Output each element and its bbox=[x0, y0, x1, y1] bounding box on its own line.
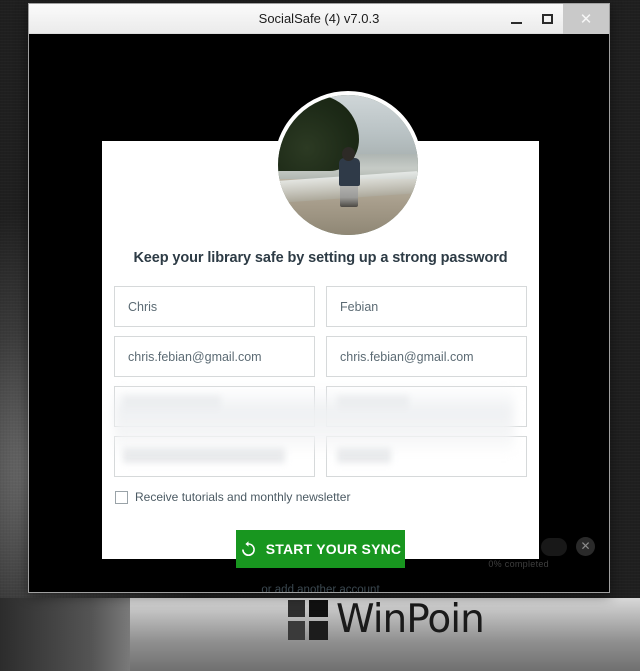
application-window: SocialSafe (4) v7.0.3 ✕ ✕ 0% completed K… bbox=[28, 3, 610, 593]
confirm-email-field[interactable]: chris.febian@gmail.com bbox=[326, 336, 527, 377]
windows-squares-logo-icon bbox=[288, 600, 328, 640]
add-another-account-link[interactable]: or add another account bbox=[102, 584, 539, 592]
avatar bbox=[274, 91, 422, 239]
last-name-field[interactable]: Febian bbox=[326, 286, 527, 327]
background-close-icon[interactable]: ✕ bbox=[576, 537, 595, 556]
confirm-password-field[interactable] bbox=[326, 386, 527, 427]
signup-form: Chris Febian chris.febian@gmail.com chri… bbox=[114, 286, 527, 477]
winpoin-watermark-text: WinPoin bbox=[336, 597, 485, 642]
wallpaper-bottom-shade bbox=[0, 598, 130, 671]
newsletter-checkbox[interactable] bbox=[115, 490, 128, 504]
window-titlebar[interactable]: SocialSafe (4) v7.0.3 ✕ bbox=[29, 4, 609, 34]
newsletter-label: Receive tutorials and monthly newsletter bbox=[135, 490, 351, 504]
password-field[interactable] bbox=[114, 386, 315, 427]
password-hint-field[interactable] bbox=[114, 436, 315, 477]
newsletter-option[interactable]: Receive tutorials and monthly newsletter bbox=[115, 490, 539, 504]
page-title: Keep your library safe by setting up a s… bbox=[133, 250, 508, 266]
password-hint-confirm-field[interactable] bbox=[326, 436, 527, 477]
droplet-icon bbox=[38, 10, 56, 28]
sync-refresh-icon bbox=[241, 540, 255, 556]
minimize-button[interactable] bbox=[501, 4, 532, 34]
window-controls: ✕ bbox=[501, 4, 609, 34]
maximize-button[interactable] bbox=[532, 4, 563, 34]
window-content-area: ✕ 0% completed Keep your library safe by… bbox=[29, 34, 609, 592]
start-your-sync-label: START YOUR SYNC bbox=[265, 541, 402, 557]
background-progress-text: 0% completed bbox=[488, 559, 549, 569]
winpoin-watermark: WinPoin bbox=[288, 597, 485, 642]
background-progress-pill bbox=[541, 538, 567, 556]
close-button[interactable]: ✕ bbox=[563, 4, 609, 34]
email-field[interactable]: chris.febian@gmail.com bbox=[114, 336, 315, 377]
first-name-field[interactable]: Chris bbox=[114, 286, 315, 327]
start-your-sync-button[interactable]: START YOUR SYNC bbox=[236, 530, 405, 568]
